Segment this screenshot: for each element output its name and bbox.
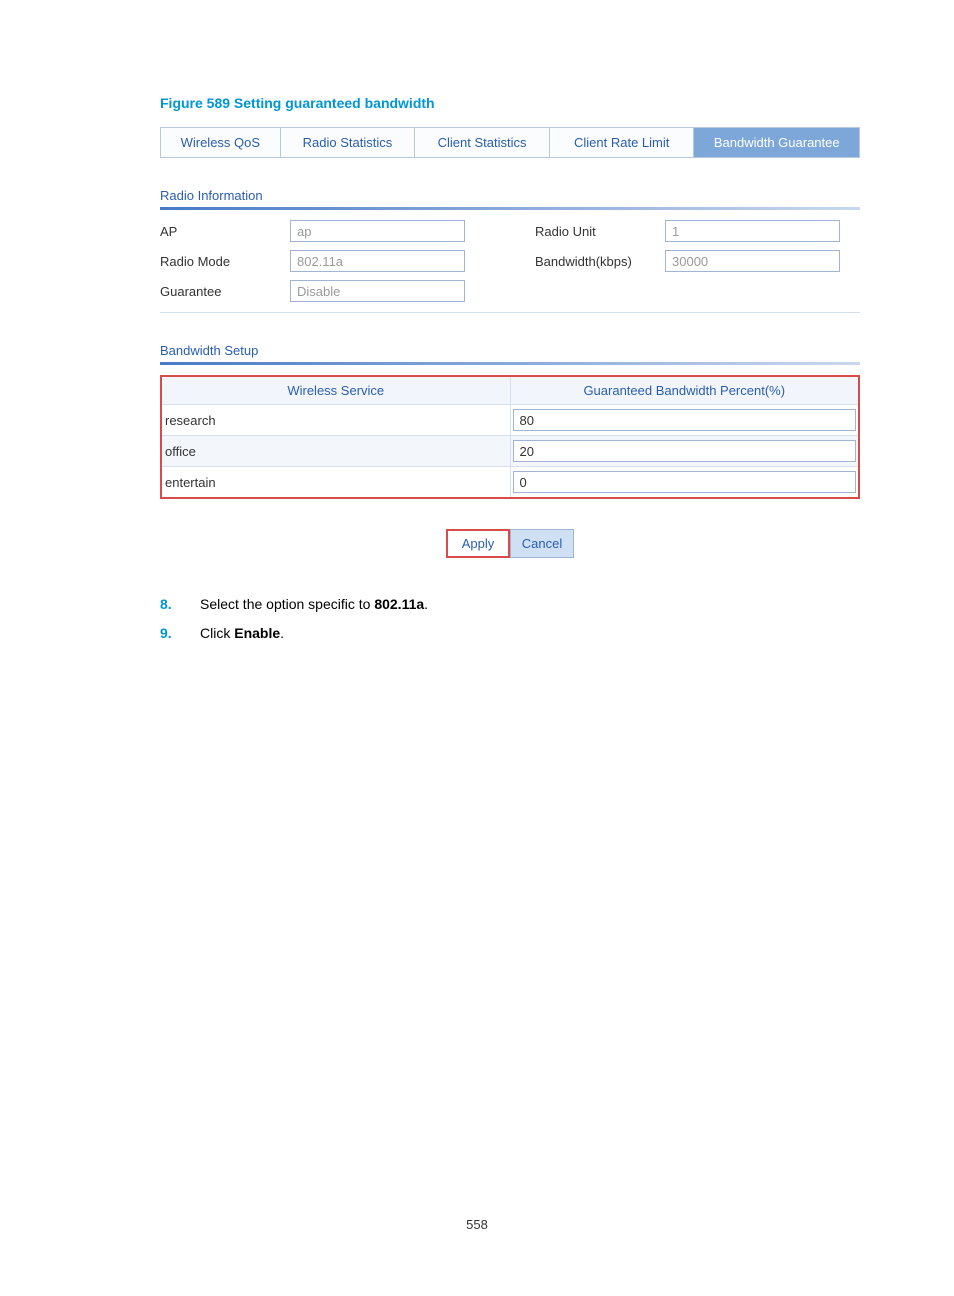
bandwidth-field[interactable]: [665, 250, 840, 272]
step-8: 8. Select the option specific to 802.11a…: [160, 594, 854, 615]
radio-unit-label: Radio Unit: [535, 224, 665, 239]
tab-client-rate-limit[interactable]: Client Rate Limit: [550, 128, 695, 157]
cancel-button[interactable]: Cancel: [510, 529, 574, 558]
service-cell: office: [161, 436, 510, 467]
bandwidth-label: Bandwidth(kbps): [535, 254, 665, 269]
text-bold: 802.11a: [374, 596, 424, 612]
radio-information-title: Radio Information: [160, 188, 854, 203]
bandwidth-setup-table: Wireless Service Guaranteed Bandwidth Pe…: [160, 375, 860, 499]
radio-information-grid: AP Radio Unit Radio Mode Bandwidth(kbps)…: [160, 220, 860, 302]
guarantee-field[interactable]: [290, 280, 465, 302]
percent-input[interactable]: [513, 440, 857, 462]
step-number: 9.: [160, 623, 200, 644]
step-text: Click Enable.: [200, 623, 284, 644]
text: .: [424, 596, 428, 612]
service-cell: entertain: [161, 467, 510, 499]
service-cell: research: [161, 405, 510, 436]
guarantee-label: Guarantee: [160, 284, 290, 299]
step-number: 8.: [160, 594, 200, 615]
page-number: 558: [0, 1217, 954, 1232]
radio-mode-field[interactable]: [290, 250, 465, 272]
percent-input[interactable]: [513, 409, 857, 431]
figure-title: Figure 589 Setting guaranteed bandwidth: [160, 95, 854, 111]
step-9: 9. Click Enable.: [160, 623, 854, 644]
step-text: Select the option specific to 802.11a.: [200, 594, 428, 615]
tab-radio-statistics[interactable]: Radio Statistics: [281, 128, 416, 157]
divider: [160, 362, 860, 365]
table-row: entertain: [161, 467, 859, 499]
text: Select the option specific to: [200, 596, 374, 612]
tab-bandwidth-guarantee[interactable]: Bandwidth Guarantee: [694, 128, 859, 157]
radio-mode-label: Radio Mode: [160, 254, 290, 269]
col-wireless-service: Wireless Service: [161, 376, 510, 405]
divider: [160, 207, 860, 210]
instruction-steps: 8. Select the option specific to 802.11a…: [160, 594, 854, 644]
tab-client-statistics[interactable]: Client Statistics: [415, 128, 550, 157]
col-guaranteed-percent: Guaranteed Bandwidth Percent(%): [510, 376, 859, 405]
text: .: [280, 625, 284, 641]
bandwidth-setup-title: Bandwidth Setup: [160, 343, 854, 358]
percent-input[interactable]: [513, 471, 857, 493]
table-row: office: [161, 436, 859, 467]
divider: [160, 312, 860, 313]
button-row: ApplyCancel: [160, 529, 860, 558]
tabs-bar: Wireless QoS Radio Statistics Client Sta…: [160, 127, 860, 158]
tab-wireless-qos[interactable]: Wireless QoS: [161, 128, 281, 157]
text-bold: Enable: [234, 625, 280, 641]
ap-field[interactable]: [290, 220, 465, 242]
radio-unit-field[interactable]: [665, 220, 840, 242]
table-row: research: [161, 405, 859, 436]
apply-button[interactable]: Apply: [446, 529, 510, 558]
ap-label: AP: [160, 224, 290, 239]
text: Click: [200, 625, 234, 641]
